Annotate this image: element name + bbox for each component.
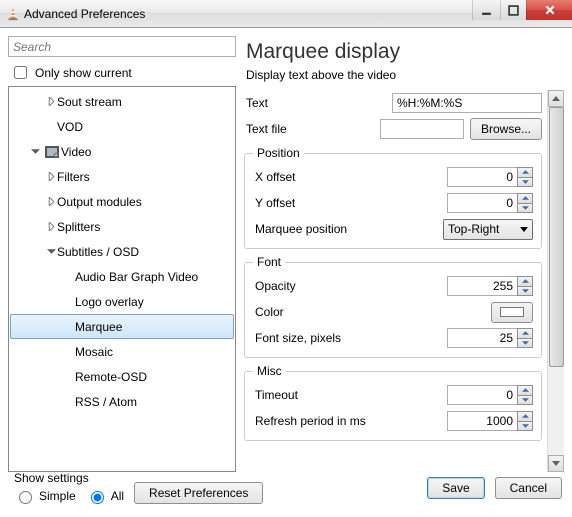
fontsize-label: Font size, pixels bbox=[253, 331, 373, 345]
only-show-current-checkbox[interactable]: Only show current bbox=[10, 63, 236, 82]
window-title: Advanced Preferences bbox=[24, 7, 145, 21]
spin-up-icon[interactable] bbox=[517, 167, 533, 177]
tree-item-splitters[interactable]: Splitters bbox=[10, 214, 234, 239]
timeout-input[interactable] bbox=[447, 385, 517, 405]
yoffset-input[interactable] bbox=[447, 193, 517, 213]
textfile-input[interactable] bbox=[380, 119, 464, 139]
tree-item-audio-bar-graph[interactable]: Audio Bar Graph Video bbox=[10, 264, 234, 289]
video-icon bbox=[43, 146, 61, 158]
only-show-current-label: Only show current bbox=[35, 66, 132, 80]
timeout-label: Timeout bbox=[253, 388, 373, 402]
xoffset-label: X offset bbox=[253, 170, 373, 184]
fontsize-spinner[interactable] bbox=[447, 328, 533, 348]
radio-simple[interactable]: Simple bbox=[14, 488, 76, 504]
preferences-tree[interactable]: Sout stream VOD Video Filters Output mod… bbox=[8, 86, 236, 472]
tree-item-rss-atom[interactable]: RSS / Atom bbox=[10, 389, 234, 414]
misc-group: Misc Timeout bbox=[244, 364, 542, 441]
spin-down-icon[interactable] bbox=[517, 177, 533, 188]
tree-item-vod[interactable]: VOD bbox=[10, 114, 234, 139]
font-legend: Font bbox=[253, 255, 285, 269]
refresh-spinner[interactable] bbox=[447, 411, 533, 431]
color-swatch bbox=[500, 307, 524, 317]
tree-item-subtitles-osd[interactable]: Subtitles / OSD bbox=[10, 239, 234, 264]
text-label: Text bbox=[244, 96, 364, 110]
browse-button[interactable]: Browse... bbox=[470, 118, 542, 140]
chevron-right-icon bbox=[45, 172, 57, 181]
spin-down-icon[interactable] bbox=[517, 286, 533, 297]
spin-up-icon[interactable] bbox=[517, 193, 533, 203]
chevron-right-icon bbox=[45, 222, 57, 231]
chevron-right-icon bbox=[45, 197, 57, 206]
spin-down-icon[interactable] bbox=[517, 338, 533, 349]
tree-item-output-modules[interactable]: Output modules bbox=[10, 189, 234, 214]
tree-item-logo-overlay[interactable]: Logo overlay bbox=[10, 289, 234, 314]
text-input[interactable] bbox=[392, 93, 542, 113]
tree-item-marquee[interactable]: Marquee bbox=[10, 314, 234, 339]
opacity-input[interactable] bbox=[447, 276, 517, 296]
spin-down-icon[interactable] bbox=[517, 421, 533, 432]
marquee-position-label: Marquee position bbox=[253, 222, 373, 236]
color-button[interactable] bbox=[491, 302, 533, 323]
misc-legend: Misc bbox=[253, 364, 286, 378]
show-settings-label: Show settings bbox=[14, 471, 124, 485]
chevron-right-icon bbox=[45, 97, 57, 106]
window-titlebar: Advanced Preferences bbox=[0, 0, 572, 28]
opacity-spinner[interactable] bbox=[447, 276, 533, 296]
xoffset-spinner[interactable] bbox=[447, 167, 533, 187]
save-button[interactable]: Save bbox=[427, 477, 484, 499]
scroll-thumb[interactable] bbox=[549, 107, 564, 367]
position-group: Position X offset bbox=[244, 146, 542, 249]
marquee-position-value: Top-Right bbox=[448, 222, 499, 236]
xoffset-input[interactable] bbox=[447, 167, 517, 187]
search-input[interactable] bbox=[8, 36, 236, 57]
spin-up-icon[interactable] bbox=[517, 411, 533, 421]
radio-all[interactable]: All bbox=[86, 488, 124, 504]
cancel-button[interactable]: Cancel bbox=[495, 477, 562, 499]
yoffset-label: Y offset bbox=[253, 196, 373, 210]
page-title: Marquee display bbox=[246, 40, 564, 64]
tree-item-sout-stream[interactable]: Sout stream bbox=[10, 89, 234, 114]
chevron-down-icon bbox=[45, 247, 57, 256]
opacity-label: Opacity bbox=[253, 279, 373, 293]
refresh-input[interactable] bbox=[447, 411, 517, 431]
spin-down-icon[interactable] bbox=[517, 203, 533, 214]
scroll-up-icon[interactable] bbox=[548, 90, 564, 107]
close-button[interactable] bbox=[526, 0, 572, 20]
spin-down-icon[interactable] bbox=[517, 395, 533, 406]
scroll-down-icon[interactable] bbox=[548, 455, 564, 472]
tree-item-mosaic[interactable]: Mosaic bbox=[10, 339, 234, 364]
marquee-position-combobox[interactable]: Top-Right bbox=[443, 219, 533, 240]
tree-item-video[interactable]: Video bbox=[10, 139, 234, 164]
fontsize-input[interactable] bbox=[447, 328, 517, 348]
panel-scrollbar[interactable] bbox=[547, 90, 564, 472]
yoffset-spinner[interactable] bbox=[447, 193, 533, 213]
position-legend: Position bbox=[253, 146, 304, 160]
refresh-label: Refresh period in ms bbox=[253, 414, 393, 428]
minimize-button[interactable] bbox=[472, 0, 500, 20]
app-icon bbox=[6, 7, 20, 21]
maximize-button[interactable] bbox=[500, 0, 526, 20]
timeout-spinner[interactable] bbox=[447, 385, 533, 405]
spin-up-icon[interactable] bbox=[517, 328, 533, 338]
chevron-down-icon bbox=[29, 147, 41, 156]
color-label: Color bbox=[253, 305, 373, 319]
tree-item-filters[interactable]: Filters bbox=[10, 164, 234, 189]
spin-up-icon[interactable] bbox=[517, 385, 533, 395]
font-group: Font Opacity bbox=[244, 255, 542, 358]
spin-up-icon[interactable] bbox=[517, 276, 533, 286]
reset-preferences-button[interactable]: Reset Preferences bbox=[134, 482, 263, 504]
tree-item-remote-osd[interactable]: Remote-OSD bbox=[10, 364, 234, 389]
chevron-down-icon bbox=[520, 227, 528, 232]
only-show-current-input[interactable] bbox=[14, 66, 27, 79]
textfile-label: Text file bbox=[244, 122, 364, 136]
page-subtitle: Display text above the video bbox=[246, 68, 564, 82]
